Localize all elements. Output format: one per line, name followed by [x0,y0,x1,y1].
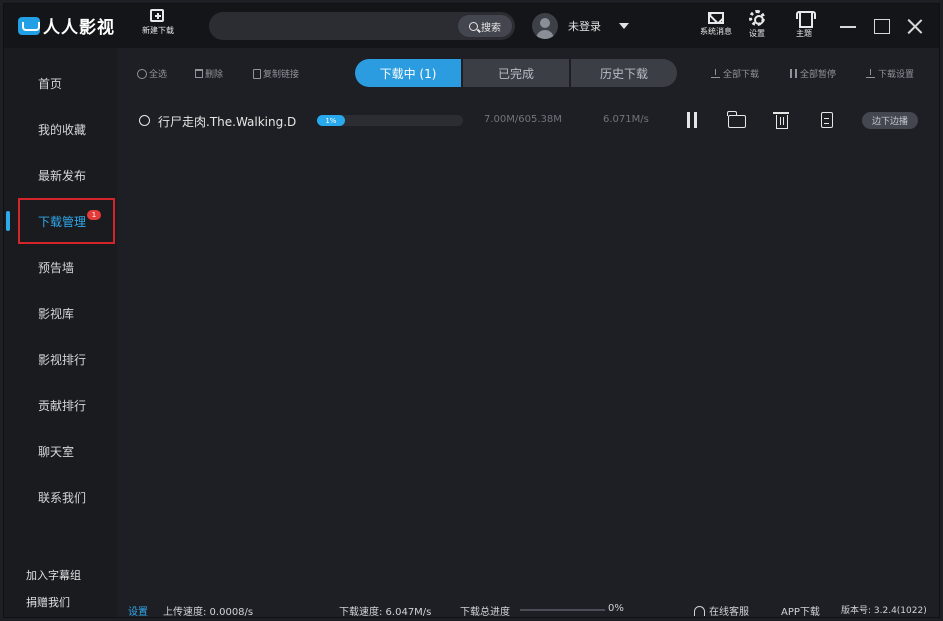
close-button[interactable] [905,16,925,36]
shirt-icon [796,11,816,28]
total-progress-bar [520,609,605,611]
sidebar-item-contributors[interactable]: 贡献排行 [4,385,117,425]
gear-icon [749,10,765,26]
delete-task-button[interactable] [772,110,792,130]
download-speed-total: 下载速度: 6.047M/s [339,607,432,618]
online-service-button[interactable]: 在线客服 [694,603,749,618]
minimize-button[interactable] [838,16,858,36]
file-info-button[interactable] [817,110,837,130]
document-icon [821,112,833,128]
system-message-button[interactable]: 系统消息 [696,10,736,37]
search-icon [469,21,478,31]
download-row[interactable]: 行尸走肉.The.Walking.D 1% 7.00M/605.38M 6.07… [117,100,939,136]
sidebar-item-ranking[interactable]: 影视排行 [4,339,117,379]
tab-completed[interactable]: 已完成 [463,59,569,87]
check-circle-icon [137,68,147,79]
sidebar-item-latest[interactable]: 最新发布 [4,155,117,195]
sidebar-item-contact[interactable]: 联系我们 [4,477,117,517]
avatar[interactable] [532,13,558,39]
progress-fill: 1% [317,115,345,126]
total-progress-value: 0% [608,603,624,614]
delete-label: 删除 [205,70,224,80]
trash-icon [195,69,203,78]
copy-link-label: 复制链接 [263,70,300,80]
open-folder-button[interactable] [727,110,747,130]
add-download-icon [150,9,164,22]
new-download-label: 新建下载 [142,26,174,35]
file-size: 7.00M/605.38M [484,114,562,125]
total-progress-label: 下载总进度 [460,607,510,618]
row-select-radio[interactable] [139,115,150,126]
pause-button[interactable] [683,110,703,130]
new-download-button[interactable]: 新建下载 [142,9,174,36]
settings-button[interactable]: 设置 [737,10,777,39]
notification-badge: 1 [87,210,101,220]
download-all-button[interactable]: 全部下载 [711,67,759,80]
status-settings-link[interactable]: 设置 [128,603,148,617]
join-subtitle-group-link[interactable]: 加入字幕组 [26,567,81,583]
progress-label: 1% [325,116,337,125]
download-icon [711,69,720,78]
upload-speed: 上传速度: 0.0008/s [163,607,254,618]
download-tabs: 下载中 (1) 已完成 历史下载 [355,59,679,87]
logo-icon [18,16,40,35]
sidebar-item-favorites[interactable]: 我的收藏 [4,109,117,149]
highlight-box [18,198,115,244]
search-button-label: 搜索 [481,22,501,34]
mail-icon [708,12,724,24]
copy-icon [253,68,261,79]
pause-all-label: 全部暂停 [800,70,837,80]
folder-icon [727,111,746,128]
sidebar-item-chat[interactable]: 聊天室 [4,431,117,471]
logo-text: 人人影视 [43,18,115,38]
version-label: 版本号: 3.2.4(1022) [841,606,927,616]
online-service-label: 在线客服 [709,607,749,618]
user-menu[interactable]: 未登录 [532,13,629,39]
donate-link[interactable]: 捐赠我们 [26,594,70,610]
user-name[interactable]: 未登录 [568,18,601,34]
pause-all-button[interactable]: 全部暂停 [790,67,836,80]
copy-link-button[interactable]: 复制链接 [253,67,299,80]
sidebar: 首页 我的收藏 最新发布 下载管理 1 预告墙 影视库 影视排行 贡献排行 聊天… [4,48,117,617]
theme-button[interactable]: 主题 [784,10,824,39]
top-bar: 人人影视 新建下载 搜索 未登录 系统消息 设置 主题 [4,4,939,48]
sidebar-item-library[interactable]: 影视库 [4,293,117,333]
file-name: 行尸走肉.The.Walking.D [158,115,297,129]
download-settings-label: 下载设置 [878,70,915,80]
chevron-down-icon[interactable] [619,23,629,29]
progress-bar: 1% [317,115,463,126]
status-bar: 设置 上传速度: 0.0008/s 下载速度: 6.047M/s 下载总进度 0… [117,599,939,618]
search-input[interactable]: 搜索 [209,12,515,40]
delete-button[interactable]: 删除 [195,67,223,80]
download-settings-button[interactable]: 下载设置 [866,67,914,80]
trash-icon [773,112,789,129]
download-speed: 6.071M/s [603,114,649,125]
app-download-link[interactable]: APP下载 [781,603,820,617]
sidebar-item-trailers[interactable]: 预告墙 [4,247,117,287]
tab-downloading[interactable]: 下载中 (1) [355,59,461,87]
download-all-label: 全部下载 [723,70,760,80]
pause-icon [790,69,797,78]
play-while-downloading-button[interactable]: 边下边播 [862,112,918,129]
tab-history[interactable]: 历史下载 [571,59,677,87]
select-all-label: 全选 [149,70,168,80]
headset-icon [694,606,705,616]
settings-label: 设置 [749,29,765,38]
select-all-button[interactable]: 全选 [137,67,167,80]
system-message-label: 系统消息 [700,27,732,36]
download-settings-icon [866,69,875,78]
sidebar-item-home[interactable]: 首页 [4,63,117,103]
app-logo[interactable]: 人人影视 [18,13,115,38]
download-toolbar: 全选 删除 复制链接 下载中 (1) 已完成 历史下载 全部下载 全部暂停 下载… [117,48,939,94]
search-button[interactable]: 搜索 [458,15,512,37]
theme-label: 主题 [796,29,812,38]
maximize-button[interactable] [872,16,892,36]
app-window: 人人影视 新建下载 搜索 未登录 系统消息 设置 主题 首页 我的收藏 最新发布… [3,3,940,618]
